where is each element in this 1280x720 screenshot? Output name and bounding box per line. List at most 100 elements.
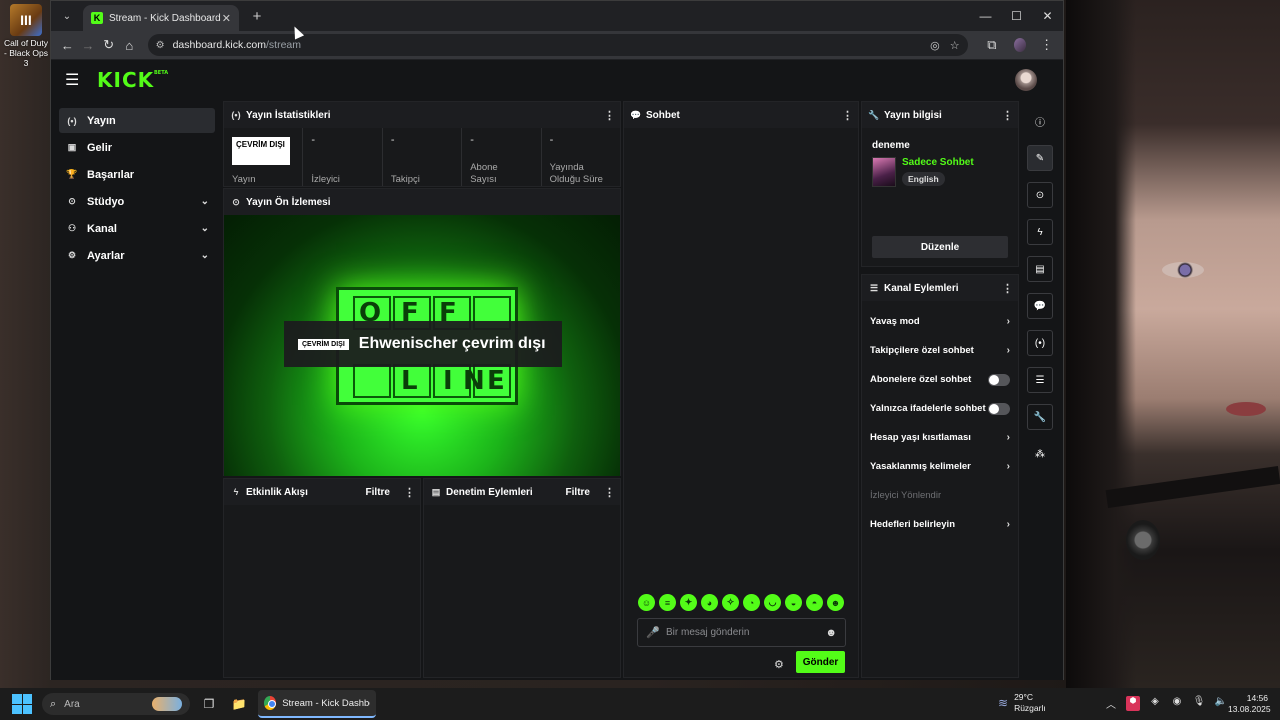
task-view-icon[interactable]: ❐ (198, 693, 220, 715)
windows-taskbar: ⌕ Ara ❐ 📁 Stream - Kick Dashboar ≋ 29°CR… (0, 688, 1280, 720)
close-window-button[interactable]: ✕ (1032, 1, 1063, 31)
toggle-switch[interactable] (988, 373, 1010, 386)
channel-action-label: Abonelere özel sohbet (870, 374, 972, 385)
profile-avatar[interactable] (1014, 38, 1027, 52)
tab-search-button[interactable]: ⌄ (55, 5, 79, 27)
pencil-icon[interactable]: ✎ (1027, 145, 1053, 171)
stat-label: Yayında Olduğu Süre (549, 162, 603, 185)
reload-button[interactable]: ↻ (98, 33, 119, 57)
windows-start-button[interactable] (12, 694, 32, 714)
moderation-menu-icon[interactable]: ⋮ (604, 486, 615, 499)
category-name[interactable]: Sadece Sohbet (902, 157, 974, 168)
kick-logo[interactable]: KICK BETA (97, 68, 168, 92)
sidebar-item-2[interactable]: 🏆 Başarılar (59, 162, 215, 187)
stream-info-header: 🔧 Yayın bilgisi ⋮ (862, 102, 1018, 128)
home-button[interactable]: ⌂ (119, 33, 140, 57)
user-avatar[interactable] (1015, 69, 1037, 91)
address-bar[interactable]: ⚙ dashboard.kick.com/stream ◎ ☆ (147, 34, 968, 56)
chat-input-box[interactable]: 🎤 ☻ (637, 618, 846, 647)
emoji-picker-icon[interactable]: ☻ (825, 627, 837, 639)
tray-overflow-icon[interactable]: ︿ (1104, 696, 1118, 711)
emote-icon[interactable]: ◒ (785, 594, 802, 611)
channel-action-item[interactable]: Hesap yaşı kısıtlaması › (862, 423, 1018, 452)
moderation-header: ▤ Denetim Eylemleri Filtre ⋮ (424, 479, 620, 505)
chat-settings-gear-icon[interactable]: ⚙ (774, 658, 784, 671)
tab-close-icon[interactable]: ✕ (222, 12, 231, 25)
eye-slash-icon[interactable]: ◎ (930, 39, 940, 52)
stream-preview-panel: ⊙ Yayın Ön İzlemesi O F F L I N E ÇEVRİM… (223, 188, 621, 476)
chat-icon[interactable]: 💬 (1027, 293, 1053, 319)
stream-info-menu-icon[interactable]: ⋮ (1002, 109, 1013, 122)
sidebar-item-0[interactable]: (•) Yayın (59, 108, 215, 133)
dots-icon[interactable]: ⁂ (1027, 441, 1053, 467)
sidebar-item-5[interactable]: ⚙ Ayarlar ⌄ (59, 243, 215, 268)
camera-icon[interactable]: ⊙ (1027, 182, 1053, 208)
emote-icon[interactable]: ≡ (659, 594, 676, 611)
microphone-icon[interactable]: 🎤 (646, 626, 660, 639)
channel-action-item[interactable]: Yasaklanmış kelimeler › (862, 452, 1018, 481)
channel-action-item[interactable]: Takipçilere özel sohbet › (862, 336, 1018, 365)
sidebar-item-3[interactable]: ⊙ Stüdyo ⌄ (59, 189, 215, 214)
emote-icon[interactable]: ✦ (680, 594, 697, 611)
volume-icon[interactable]: 🔈 (1214, 696, 1228, 711)
moderation-filter-button[interactable]: Filtre (566, 487, 590, 498)
offline-overlay: ÇEVRİM DIŞI Ehwenischer çevrim dışı (284, 321, 562, 367)
chrome-taskbar-button[interactable]: Stream - Kick Dashboar (258, 690, 376, 718)
broadcast-icon[interactable]: (•) (1027, 330, 1053, 356)
back-button[interactable]: ← (57, 33, 78, 57)
bookmark-star-icon[interactable]: ☆ (950, 39, 960, 52)
window-controls: — ☐ ✕ (970, 1, 1063, 31)
emote-icon[interactable]: ◔ (743, 594, 760, 611)
browser-tab[interactable]: K Stream - Kick Dashboard ✕ (83, 5, 239, 31)
channel-actions-menu-icon[interactable]: ⋮ (1002, 282, 1013, 295)
document-icon[interactable]: ▤ (1027, 256, 1053, 282)
sidebar-item-4[interactable]: ⚇ Kanal ⌄ (59, 216, 215, 241)
extensions-icon[interactable]: ⧉ (982, 33, 1003, 57)
channel-action-item[interactable]: Hedefleri belirleyin › (862, 510, 1018, 539)
chat-header: 💬 Sohbet ⋮ (624, 102, 858, 128)
chat-menu-icon[interactable]: ⋮ (842, 109, 853, 122)
emote-icon[interactable]: ☻ (827, 594, 844, 611)
users-icon: ⚇ (67, 223, 77, 233)
wrench-icon[interactable]: 🔧 (1027, 404, 1053, 430)
search-placeholder: Ara (64, 698, 80, 710)
chat-message-input[interactable] (666, 627, 826, 638)
tray-shield-icon[interactable]: ◈ (1148, 696, 1162, 711)
edit-stream-info-button[interactable]: Düzenle (872, 236, 1008, 258)
activity-filter-button[interactable]: Filtre (366, 487, 390, 498)
file-explorer-icon[interactable]: 📁 (228, 693, 250, 715)
emote-icon[interactable]: ☺ (638, 594, 655, 611)
emote-icon[interactable]: ◡ (764, 594, 781, 611)
camera-icon: ⊙ (68, 196, 76, 206)
taskbar-clock[interactable]: 14:56 13.08.2025 (1228, 693, 1271, 715)
send-button[interactable]: Gönder (796, 651, 845, 673)
steam-icon[interactable]: ◉ (1170, 696, 1184, 711)
emote-icon[interactable]: ✧ (722, 594, 739, 611)
maximize-button[interactable]: ☐ (1001, 1, 1032, 31)
hamburger-menu-icon[interactable]: ☰ (65, 70, 85, 90)
channel-action-item[interactable]: Abonelere özel sohbet (862, 365, 1018, 394)
microphone-tray-icon[interactable]: 🎙 (1192, 696, 1206, 711)
channel-action-item[interactable]: Yavaş mod › (862, 307, 1018, 336)
browser-menu-icon[interactable]: ⋮ (1036, 33, 1057, 57)
preview-video[interactable]: O F F L I N E ÇEVRİM DIŞI Ehwenischer çe… (224, 215, 620, 476)
minimize-button[interactable]: — (970, 1, 1001, 31)
stats-menu-icon[interactable]: ⋮ (604, 109, 615, 122)
weather-widget[interactable]: ≋ 29°C Rüzgarlı (998, 692, 1046, 714)
info-icon[interactable]: ⓘ (1027, 108, 1053, 134)
toggle-switch[interactable] (988, 402, 1010, 415)
taskbar-search[interactable]: ⌕ Ara (42, 693, 190, 715)
forward-button[interactable]: → (78, 33, 99, 57)
list-icon[interactable]: ☰ (1027, 367, 1053, 393)
lightning-icon[interactable]: ϟ (1027, 219, 1053, 245)
site-info-icon[interactable]: ⚙ (156, 40, 165, 51)
new-tab-button[interactable]: + (247, 8, 267, 25)
moderation-actions-panel: ▤ Denetim Eylemleri Filtre ⋮ (423, 478, 621, 678)
activity-menu-icon[interactable]: ⋮ (404, 486, 415, 499)
desktop-shortcut-black-ops-3[interactable]: III Call of Duty - Black Ops 3 (2, 4, 50, 68)
emote-icon[interactable]: ◕ (701, 594, 718, 611)
channel-action-item[interactable]: Yalnızca ifadelerle sohbet (862, 394, 1018, 423)
emote-icon[interactable]: ◓ (806, 594, 823, 611)
tray-app-icon[interactable]: ⬢ (1126, 696, 1140, 711)
sidebar-item-1[interactable]: ▣ Gelir (59, 135, 215, 160)
